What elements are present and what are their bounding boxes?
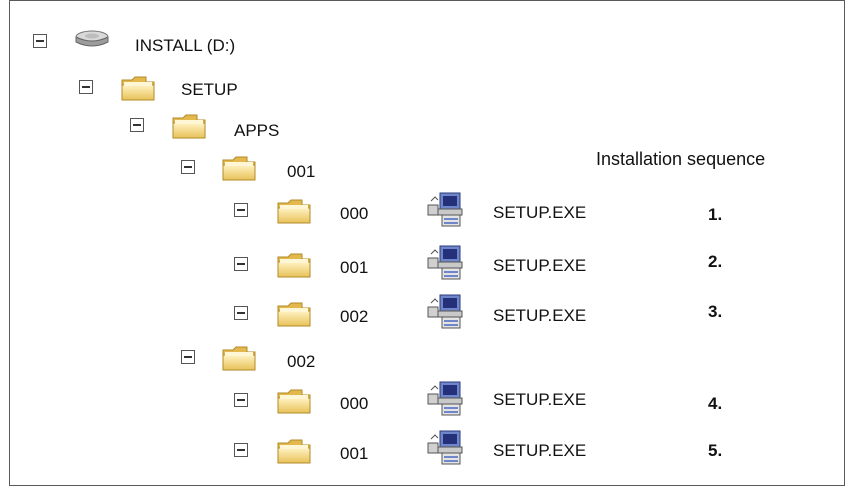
tree-node-001-000[interactable]: 000	[340, 204, 368, 224]
sequence-step-1: 1.	[708, 205, 723, 224]
folder-icon	[276, 197, 312, 225]
folder-icon	[120, 74, 156, 102]
collapse-toggle-drive[interactable]	[33, 34, 47, 48]
file-setup-exe[interactable]: SETUP.EXE	[493, 203, 586, 223]
sequence-step-4: 4.	[708, 394, 723, 413]
collapse-toggle-001-000[interactable]	[234, 203, 248, 217]
file-setup-exe[interactable]: SETUP.EXE	[493, 256, 586, 276]
tree-node-002-000[interactable]: 000	[340, 394, 368, 414]
sequence-step-2: 2.	[708, 252, 723, 271]
collapse-toggle-001-002[interactable]	[234, 306, 248, 320]
collapse-toggle-group-001[interactable]	[181, 160, 195, 174]
tree-node-group-002[interactable]: 002	[287, 352, 315, 372]
folder-icon	[276, 387, 312, 415]
tree-node-group-001[interactable]: 001	[287, 162, 315, 182]
tree-node-drive[interactable]: INSTALL (D:)	[135, 36, 235, 56]
collapse-toggle-setup[interactable]	[79, 80, 93, 94]
file-setup-exe[interactable]: SETUP.EXE	[493, 306, 586, 326]
setup-exe-icon	[426, 292, 466, 330]
file-setup-exe[interactable]: SETUP.EXE	[493, 390, 586, 410]
folder-icon	[276, 300, 312, 328]
folder-icon	[171, 112, 207, 140]
collapse-toggle-002-000[interactable]	[234, 393, 248, 407]
folder-icon	[276, 251, 312, 279]
file-setup-exe[interactable]: SETUP.EXE	[493, 441, 586, 461]
drive-icon	[74, 26, 110, 54]
sequence-step-5: 5.	[708, 441, 723, 460]
tree-node-002-001[interactable]: 001	[340, 444, 368, 464]
folder-icon	[276, 437, 312, 465]
setup-exe-icon	[426, 428, 466, 466]
tree-node-001-002[interactable]: 002	[340, 307, 368, 327]
tree-node-setup[interactable]: SETUP	[181, 80, 238, 100]
setup-exe-icon	[426, 190, 466, 228]
installation-sequence-heading: Installation sequence	[596, 149, 766, 169]
tree-node-001-001[interactable]: 001	[340, 258, 368, 278]
collapse-toggle-group-002[interactable]	[181, 350, 195, 364]
setup-exe-icon	[426, 243, 466, 281]
folder-icon	[221, 344, 257, 372]
sequence-step-3: 3.	[708, 302, 723, 321]
setup-exe-icon	[426, 379, 466, 417]
collapse-toggle-001-001[interactable]	[234, 257, 248, 271]
folder-icon	[221, 154, 257, 182]
tree-node-apps[interactable]: APPS	[234, 121, 279, 141]
collapse-toggle-apps[interactable]	[130, 118, 144, 132]
collapse-toggle-002-001[interactable]	[234, 443, 248, 457]
